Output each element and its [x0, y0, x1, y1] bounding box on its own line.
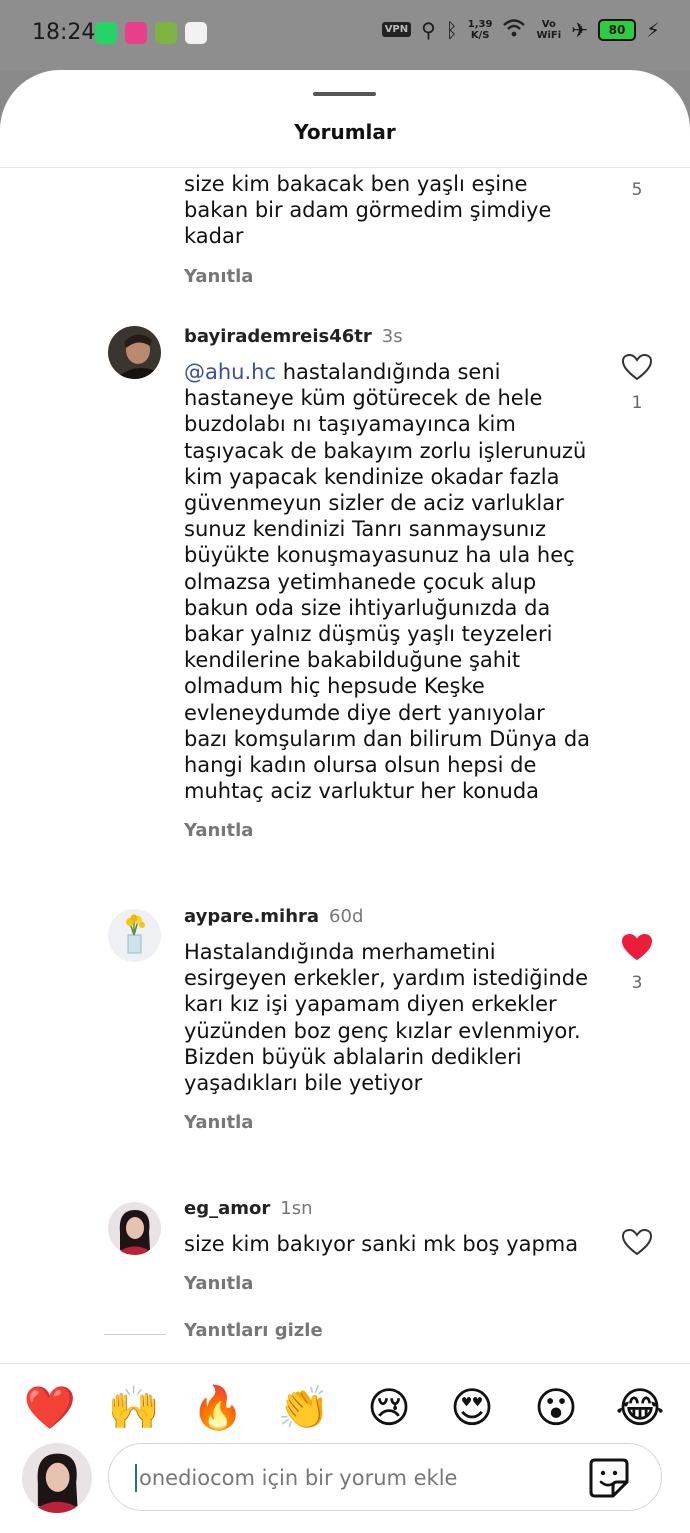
- sticker-icon[interactable]: [587, 1456, 631, 1500]
- bluetooth-icon: ᛒ: [445, 17, 458, 42]
- like-count: 1: [631, 393, 643, 413]
- fire-emoji-button[interactable]: 🔥: [190, 1380, 246, 1436]
- comment-text-body: hastalandığında seni hastaneye küm götür…: [184, 360, 591, 804]
- reply-button[interactable]: Yanıtla: [184, 1273, 594, 1294]
- drag-handle[interactable]: [313, 92, 376, 96]
- comments-list[interactable]: size kim bakacak ben yaşlı eşine bakan b…: [0, 168, 690, 1363]
- reply-button[interactable]: Yanıtla: [184, 266, 594, 287]
- heart-filled-icon[interactable]: [621, 933, 653, 961]
- clock: 18:24: [32, 20, 96, 45]
- heart-outline-icon[interactable]: [621, 353, 653, 381]
- whatsapp-icon: [95, 22, 117, 44]
- quick-emoji-bar: ❤️ 🙌 🔥 👏 😢 😍 😮 😂: [0, 1380, 690, 1436]
- app-notification-icon: [185, 22, 207, 44]
- comments-sheet: Yorumlar size kim bakacak ben yaşlı eşin…: [0, 70, 690, 1533]
- comment-body: bayirademreis46tr 3s @ahu.hc hastalandığı…: [184, 326, 594, 841]
- laughing-emoji-button[interactable]: 😂: [612, 1380, 668, 1436]
- comment-time: 60d: [329, 906, 364, 927]
- emoji-divider: [0, 1363, 690, 1364]
- comment-text: size kim bakıyor sanki mk boş yapma: [184, 1232, 579, 1256]
- comment-username[interactable]: bayirademreis46tr: [184, 326, 372, 347]
- reply-button[interactable]: Yanıtla: [184, 1112, 594, 1133]
- comment-username[interactable]: eg_amor: [184, 1198, 270, 1219]
- mention-link[interactable]: @ahu.hc: [184, 360, 276, 384]
- vowifi-label: Vo WiFi: [536, 19, 561, 41]
- comment-text: @ahu.hc hastalandığında seni hastaneye k…: [184, 359, 594, 804]
- like-area: [620, 1228, 654, 1260]
- comment-username[interactable]: aypare.mihra: [184, 906, 319, 927]
- hide-replies-label: Yanıtları gizle: [184, 1320, 323, 1341]
- like-area: 5: [620, 180, 654, 200]
- comment-input[interactable]: [137, 1454, 571, 1502]
- comment-time: 3s: [381, 326, 403, 347]
- red-heart-emoji-button[interactable]: ❤️: [22, 1380, 78, 1436]
- vpn-badge: VPN: [381, 22, 412, 37]
- like-count: 3: [631, 973, 643, 993]
- vowifi-top: Vo: [541, 18, 556, 30]
- comment-body: eg_amor 1sn size kim bakıyor sanki mk boş…: [184, 1198, 594, 1294]
- sheet-title: Yorumlar: [294, 120, 396, 144]
- like-area: 3: [620, 933, 654, 993]
- viva-app-icon: [125, 22, 147, 44]
- comment-text: size kim bakacak ben yaşlı eşine bakan b…: [184, 172, 552, 249]
- airplane-icon: ✈: [571, 17, 588, 42]
- current-user-avatar: [22, 1443, 92, 1513]
- game-app-icon: [155, 22, 177, 44]
- charging-icon: ⚡: [645, 17, 660, 42]
- hide-replies-button[interactable]: Yanıtları gizle: [104, 1320, 504, 1350]
- surprised-emoji-button[interactable]: 😮: [528, 1380, 584, 1436]
- wifi-icon: [502, 18, 526, 41]
- comment-composer: [108, 1443, 662, 1511]
- notification-icons: [95, 22, 207, 44]
- battery-indicator: 80: [597, 18, 636, 41]
- avatar[interactable]: [108, 1202, 161, 1255]
- heart-outline-icon[interactable]: [621, 1228, 653, 1256]
- clapping-emoji-button[interactable]: 👏: [276, 1380, 332, 1436]
- speed-unit: K/S: [470, 29, 490, 41]
- avatar[interactable]: [108, 909, 161, 962]
- raising-hands-emoji-button[interactable]: 🙌: [106, 1380, 162, 1436]
- system-icons: VPN ⚲ ᛒ 1,39 K/S Vo WiFi ✈ 80 ⚡: [381, 17, 660, 42]
- comment-time: 1sn: [280, 1198, 313, 1219]
- comment-body: size kim bakacak ben yaşlı eşine bakan b…: [184, 171, 594, 287]
- crying-emoji-button[interactable]: 😢: [361, 1380, 417, 1436]
- like-area: 1: [620, 353, 654, 413]
- hide-replies-line: [104, 1334, 166, 1335]
- reply-button[interactable]: Yanıtla: [184, 820, 594, 841]
- vowifi-bottom: WiFi: [536, 29, 562, 41]
- avatar[interactable]: [108, 326, 161, 379]
- comment-body: aypare.mihra 60d Hastalandığında merhamet…: [184, 906, 594, 1133]
- status-bar: 18:24 VPN ⚲ ᛒ 1,39 K/S Vo WiFi ✈ 80 ⚡: [0, 0, 690, 70]
- location-icon: ⚲: [421, 17, 436, 42]
- comment-text: Hastalandığında merhametini esirgeyen er…: [184, 940, 589, 1096]
- speed-value: 1,39: [467, 18, 493, 30]
- network-speed: 1,39 K/S: [468, 19, 493, 41]
- heart-eyes-emoji-button[interactable]: 😍: [444, 1380, 500, 1436]
- like-count: 5: [631, 180, 643, 200]
